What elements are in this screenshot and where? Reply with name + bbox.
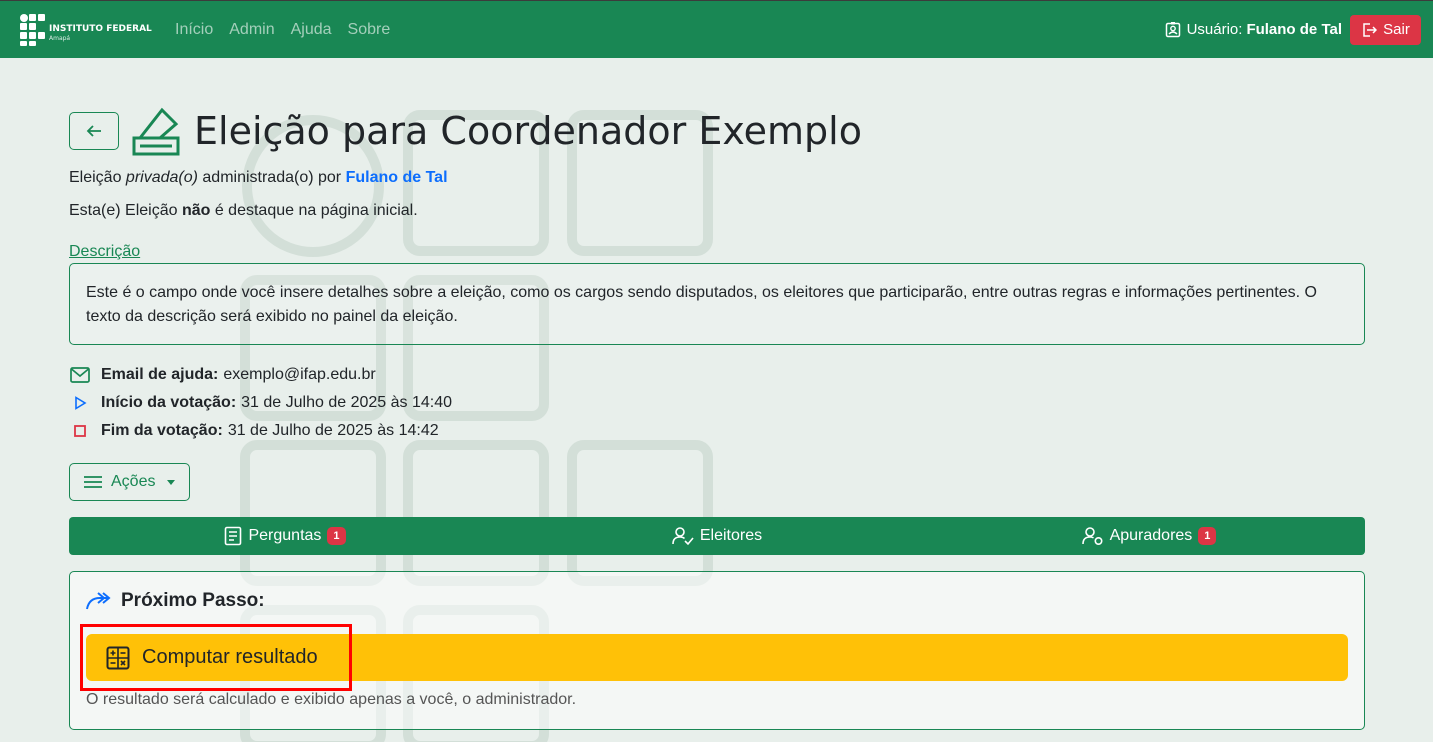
tab-eleitores[interactable]: Eleitores <box>501 526 933 546</box>
description-link[interactable]: Descrição <box>69 243 140 261</box>
main-content: Eleição para Coordenador Exemplo Eleição… <box>69 100 1365 730</box>
tab-apuradores[interactable]: Apuradores 1 <box>933 526 1365 546</box>
user-gear-icon <box>1081 527 1103 546</box>
tab-eleitores-label: Eleitores <box>699 527 763 544</box>
description-box: Este é o campo onde você insere detalhes… <box>69 263 1365 345</box>
tab-perguntas-badge: 1 <box>327 527 346 545</box>
election-meta: Email de ajuda: exemplo@ifap.edu.br Iníc… <box>69 361 1365 445</box>
visibility-prefix: Eleição <box>69 169 126 186</box>
next-step-title: Próximo Passo: <box>121 590 265 611</box>
top-navbar: INSTITUTO FEDERAL Amapá Início Admin Aju… <box>0 0 1433 58</box>
envelope-icon <box>70 367 90 383</box>
brand-sub: Amapá <box>49 35 71 42</box>
next-step-panel: Próximo Passo: Computar resultado O resu… <box>69 571 1365 730</box>
compute-result-button[interactable]: Computar resultado <box>86 634 1348 681</box>
actions-label: Ações <box>111 473 156 490</box>
start-label: Início da votação: <box>101 394 237 411</box>
brand-name: INSTITUTO FEDERAL <box>49 24 152 34</box>
nav-link-ajuda[interactable]: Ajuda <box>291 21 332 39</box>
tab-perguntas[interactable]: Perguntas 1 <box>69 526 501 546</box>
end-value: 31 de Julho de 2025 às 14:42 <box>227 422 439 439</box>
brand-logo[interactable]: INSTITUTO FEDERAL Amapá <box>20 13 156 46</box>
arrow-left-icon <box>86 125 101 137</box>
menu-icon <box>84 476 102 488</box>
admin-text: administrada(o) por <box>197 169 346 186</box>
meta-start: Início da votação: 31 de Julho de 2025 à… <box>69 389 1365 417</box>
email-value: exemplo@ifap.edu.br <box>223 366 376 383</box>
ifap-logo-icon <box>20 13 46 46</box>
tab-apuradores-label: Apuradores <box>1109 527 1193 544</box>
end-label: Fim da votação: <box>101 422 223 439</box>
logout-button[interactable]: Sair <box>1350 14 1421 45</box>
owner-link[interactable]: Fulano de Tal <box>346 169 448 186</box>
caret-down-icon <box>167 479 176 485</box>
compute-result-label: Computar resultado <box>142 646 318 668</box>
email-label: Email de ajuda: <box>101 366 219 383</box>
user-badge-icon <box>1165 22 1180 38</box>
user-name: Fulano de Tal <box>1246 21 1342 38</box>
play-icon <box>75 396 87 410</box>
meta-end: Fim da votação: 31 de Julho de 2025 às 1… <box>69 417 1365 445</box>
meta-email: Email de ajuda: exemplo@ifap.edu.br <box>69 361 1365 389</box>
tab-apuradores-badge: 1 <box>1198 527 1217 545</box>
double-arrow-right-icon <box>86 592 111 610</box>
stop-icon <box>74 425 86 437</box>
user-check-icon <box>672 527 694 546</box>
visibility-value: privada(o) <box>125 169 198 186</box>
back-button[interactable] <box>69 112 119 150</box>
actions-dropdown-button[interactable]: Ações <box>69 463 190 501</box>
ballot-box-icon <box>132 107 180 156</box>
logout-label: Sair <box>1383 21 1410 38</box>
calculator-icon <box>106 646 130 669</box>
logout-icon <box>1363 22 1378 37</box>
user-prefix: Usuário: <box>1186 21 1243 38</box>
start-value: 31 de Julho de 2025 às 14:40 <box>241 394 452 411</box>
next-step-note: O resultado será calculado e exibido ape… <box>86 691 577 708</box>
document-icon <box>225 526 242 546</box>
highlight-prefix: Esta(e) Eleição <box>69 202 182 219</box>
nav-link-sobre[interactable]: Sobre <box>348 21 391 39</box>
page-title: Eleição para Coordenador Exemplo <box>194 109 862 153</box>
election-tabs: Perguntas 1 Eleitores Apuradores 1 <box>69 517 1365 555</box>
nav-link-inicio[interactable]: Início <box>175 21 213 39</box>
nav-link-admin[interactable]: Admin <box>229 21 274 39</box>
user-info: Usuário: Fulano de Tal <box>1165 21 1342 38</box>
highlight-bold: não <box>181 202 211 219</box>
tab-perguntas-label: Perguntas <box>248 527 322 544</box>
highlight-suffix: é destaque na página inicial. <box>210 202 418 219</box>
visibility-info: Eleição privada(o) administrada(o) por F… <box>69 169 1365 191</box>
highlight-info: Esta(e) Eleição não é destaque na página… <box>69 202 1365 224</box>
